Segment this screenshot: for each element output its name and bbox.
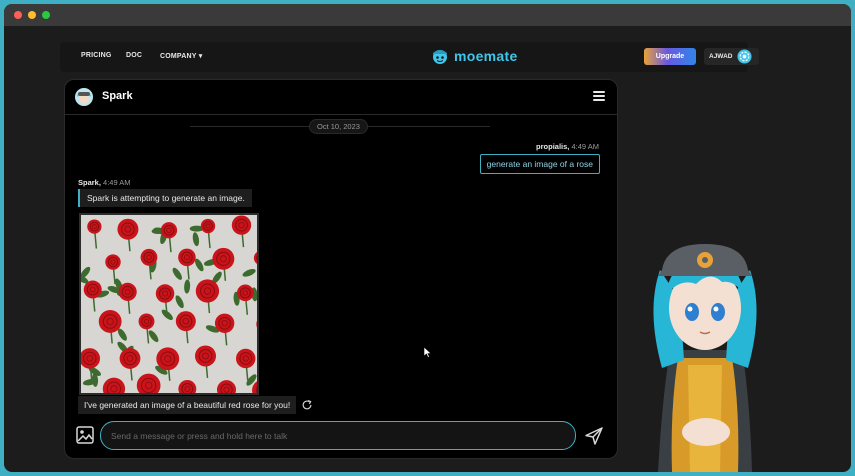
image-icon[interactable] bbox=[75, 425, 95, 445]
close-window-button[interactable] bbox=[14, 11, 22, 19]
spark-avatar-icon bbox=[75, 88, 93, 106]
spark-avatar[interactable] bbox=[75, 88, 93, 106]
3d-character-avatar bbox=[653, 244, 757, 472]
chat-header: Spark bbox=[65, 80, 617, 115]
user-message-sender: propialis, bbox=[536, 142, 570, 151]
window-titlebar bbox=[4, 4, 851, 26]
logo-text: moemate bbox=[454, 48, 518, 64]
upgrade-button[interactable]: Upgrade bbox=[644, 48, 696, 65]
bot-message-sender: Spark, bbox=[78, 178, 101, 187]
top-navbar: PRICING DOC COMPANY ▾ moemate Upgrade AJ… bbox=[60, 42, 759, 72]
nav-company-link[interactable]: COMPANY ▾ bbox=[160, 52, 202, 60]
bot-message-time: 4:49 AM bbox=[103, 178, 131, 187]
menu-icon[interactable] bbox=[593, 91, 605, 101]
send-icon[interactable] bbox=[584, 426, 604, 446]
date-separator: Oct 10, 2023 bbox=[309, 119, 368, 134]
moemate-logo-icon bbox=[433, 50, 447, 64]
mouse-cursor bbox=[424, 347, 432, 358]
chat-title: Spark bbox=[102, 90, 133, 102]
maximize-window-button[interactable] bbox=[42, 11, 50, 19]
user-message-bubble: generate an image of a rose bbox=[479, 154, 600, 174]
user-name: AJWAD bbox=[709, 53, 733, 60]
bot-message-meta: Spark, 4:49 AM bbox=[78, 178, 131, 187]
generated-rose-image[interactable] bbox=[79, 213, 259, 395]
user-message-meta: propialis, 4:49 AM bbox=[536, 142, 599, 151]
nav-company-label: COMPANY bbox=[160, 53, 197, 60]
regenerate-icon[interactable] bbox=[301, 399, 313, 411]
moemate-logo[interactable]: moemate bbox=[430, 46, 518, 66]
chat-panel: Spark Oct 10, 2023 propialis, 4:49 AM ge… bbox=[64, 79, 618, 459]
message-input[interactable] bbox=[100, 421, 576, 450]
user-message-time: 4:49 AM bbox=[571, 142, 599, 151]
chevron-down-icon: ▾ bbox=[198, 53, 203, 60]
bot-response-message: I've generated an image of a beautiful r… bbox=[78, 396, 297, 414]
nav-pricing-link[interactable]: PRICING bbox=[81, 52, 112, 59]
browser-window: PRICING DOC COMPANY ▾ moemate Upgrade AJ… bbox=[4, 4, 851, 472]
rose-pattern bbox=[81, 215, 257, 393]
nav-doc-link[interactable]: DOC bbox=[126, 52, 142, 59]
minimize-window-button[interactable] bbox=[28, 11, 36, 19]
bot-status-message: Spark is attempting to generate an image… bbox=[78, 189, 252, 207]
settings-icon[interactable] bbox=[737, 49, 752, 64]
